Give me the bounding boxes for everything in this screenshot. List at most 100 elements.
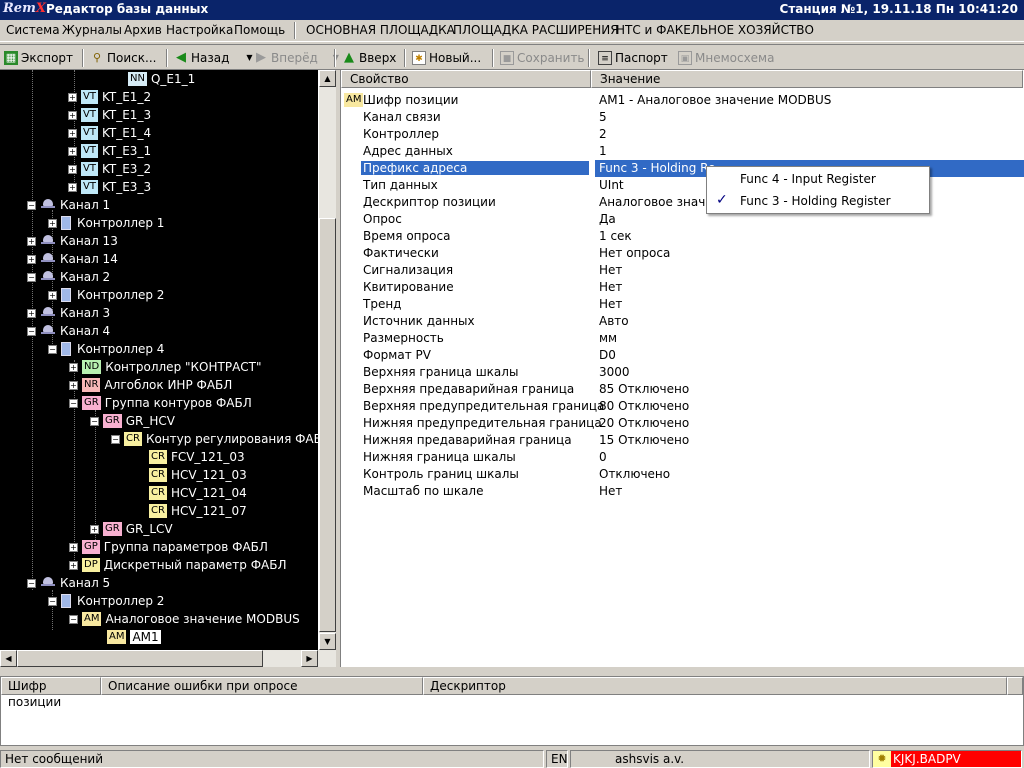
- tree-node[interactable]: CR HCV_121_07: [149, 502, 247, 520]
- property-row[interactable]: Формат PV D0: [341, 347, 1024, 364]
- back-button[interactable]: ◀ Назад ▼: [174, 49, 256, 67]
- tree-node[interactable]: + NR Алгоблок ИНР ФАБЛ: [69, 376, 232, 394]
- tree-node[interactable]: − GR GR_HCV: [90, 412, 175, 430]
- property-value[interactable]: 1 сек: [599, 229, 632, 243]
- expand-icon[interactable]: +: [68, 164, 77, 174]
- tree-node[interactable]: + GR GR_LCV: [90, 520, 173, 538]
- property-row[interactable]: Адрес данных 1: [341, 143, 1024, 160]
- expand-icon[interactable]: +: [27, 254, 36, 264]
- tree-horizontal-scrollbar[interactable]: ◀ ▶: [0, 650, 336, 667]
- scroll-down-icon[interactable]: ▼: [319, 633, 336, 650]
- tree-node[interactable]: CR HCV_121_03: [149, 466, 247, 484]
- expand-icon[interactable]: +: [68, 128, 77, 138]
- tree-node[interactable]: − Контроллер 2: [48, 592, 164, 610]
- tree-node[interactable]: − Канал 1: [27, 196, 110, 214]
- property-value[interactable]: Нет: [599, 297, 622, 311]
- tree-view[interactable]: NN Q_E1_1 + VT KT_E1_2 + VT KT_E1_3 + VT KT_E1_…: [0, 70, 318, 650]
- tree-node[interactable]: + Контроллер 1: [48, 214, 164, 232]
- expand-icon[interactable]: +: [27, 308, 36, 318]
- property-row[interactable]: Сигнализация Нет: [341, 262, 1024, 279]
- tree-node[interactable]: + VT KT_E3_1: [68, 142, 151, 160]
- collapse-icon[interactable]: −: [27, 326, 36, 336]
- expand-icon[interactable]: +: [69, 380, 78, 390]
- search-button[interactable]: ⚲ Поиск...: [90, 49, 156, 67]
- scroll-up-icon[interactable]: ▲: [319, 70, 336, 87]
- expand-icon[interactable]: +: [48, 290, 57, 300]
- tree-node[interactable]: + DP Дискретный параметр ФАБЛ: [69, 556, 287, 574]
- tree-node[interactable]: + Канал 13: [27, 232, 118, 250]
- export-button[interactable]: ▦ Экспорт: [4, 49, 73, 67]
- property-row[interactable]: Нижняя граница шкалы 0: [341, 449, 1024, 466]
- property-value[interactable]: 0: [599, 450, 607, 464]
- collapse-icon[interactable]: −: [48, 344, 57, 354]
- property-value[interactable]: мм: [599, 331, 617, 345]
- expand-icon[interactable]: +: [90, 524, 99, 534]
- property-row[interactable]: Время опроса 1 сек: [341, 228, 1024, 245]
- scroll-thumb[interactable]: [17, 650, 263, 667]
- tree-node[interactable]: + VT KT_E1_2: [68, 88, 151, 106]
- expand-icon[interactable]: +: [27, 236, 36, 246]
- property-value[interactable]: Нет: [599, 484, 622, 498]
- collapse-icon[interactable]: −: [69, 398, 78, 408]
- tree-node[interactable]: − Канал 5: [27, 574, 110, 592]
- property-value[interactable]: UInt: [599, 178, 624, 192]
- tree-vertical-scrollbar[interactable]: ▲ ▼: [318, 70, 336, 650]
- property-value[interactable]: Отключено: [599, 467, 670, 481]
- tree-node[interactable]: + GP Группа параметров ФАБЛ: [69, 538, 268, 556]
- property-value[interactable]: 1: [599, 144, 607, 158]
- collapse-icon[interactable]: −: [90, 416, 99, 426]
- property-row[interactable]: Нижняя предупредительная граница 20 Отклю…: [341, 415, 1024, 432]
- expand-icon[interactable]: +: [69, 362, 78, 372]
- collapse-icon[interactable]: −: [27, 578, 36, 588]
- collapse-icon[interactable]: −: [27, 272, 36, 282]
- tree-node[interactable]: CR FCV_121_03: [149, 448, 245, 466]
- expand-icon[interactable]: +: [68, 92, 77, 102]
- expand-icon[interactable]: +: [68, 146, 77, 156]
- menu-journals[interactable]: Журналы: [62, 23, 122, 37]
- up-button[interactable]: ▲ Вверх: [342, 49, 396, 67]
- poll-errors-list[interactable]: Шифр позиции Описание ошибки при опросе …: [0, 676, 1024, 746]
- property-value[interactable]: 5: [599, 110, 607, 124]
- tree-node[interactable]: − GR Группа контуров ФАБЛ: [69, 394, 252, 412]
- property-row[interactable]: Нижняя предаварийная граница 15 Отключено: [341, 432, 1024, 449]
- property-row[interactable]: Квитирование Нет: [341, 279, 1024, 296]
- collapse-icon[interactable]: −: [111, 434, 120, 444]
- menu-area-expansion[interactable]: ПЛОЩАДКА РАСШИРЕНИЯ: [453, 23, 619, 37]
- collapse-icon[interactable]: −: [27, 200, 36, 210]
- passport-button[interactable]: ≡ Паспорт: [598, 49, 668, 67]
- tree-node[interactable]: + VT KT_E3_2: [68, 160, 151, 178]
- tree-node[interactable]: NN Q_E1_1: [128, 70, 195, 88]
- property-value[interactable]: Нет опроса: [599, 246, 670, 260]
- expand-icon[interactable]: +: [48, 218, 57, 228]
- menu-archive[interactable]: Архив: [124, 23, 162, 37]
- scroll-right-icon[interactable]: ▶: [301, 650, 318, 667]
- property-row[interactable]: Тренд Нет: [341, 296, 1024, 313]
- dropdown-option-selected[interactable]: ✓ Func 3 - Holding Register: [707, 191, 929, 211]
- expand-icon[interactable]: +: [68, 182, 77, 192]
- property-row[interactable]: Контроллер 2: [341, 126, 1024, 143]
- expand-icon[interactable]: +: [68, 110, 77, 120]
- tree-node[interactable]: + ND Контроллер "КОНТРАСТ": [69, 358, 262, 376]
- column-header-description[interactable]: Описание ошибки при опросе: [101, 677, 423, 695]
- expand-icon[interactable]: +: [69, 560, 78, 570]
- tree-node[interactable]: + Контроллер 2: [48, 286, 164, 304]
- new-button[interactable]: ✱ Новый...: [412, 49, 481, 67]
- property-row[interactable]: Верхняя предупредительная граница 80 Откл…: [341, 398, 1024, 415]
- dropdown-option[interactable]: Func 4 - Input Register: [707, 169, 929, 189]
- property-value[interactable]: D0: [599, 348, 616, 362]
- menu-settings[interactable]: Настройка: [166, 23, 233, 37]
- property-row[interactable]: Верхняя предаварийная граница 85 Отключен…: [341, 381, 1024, 398]
- save-button[interactable]: ■ Сохранить: [500, 49, 585, 67]
- tree-node-selected[interactable]: AM AM1: [107, 628, 161, 646]
- menu-area-main[interactable]: ОСНОВНАЯ ПЛОЩАДКА: [306, 23, 455, 37]
- tree-node[interactable]: CR HCV_121_04: [149, 484, 247, 502]
- column-header-descriptor[interactable]: Дескриптор: [423, 677, 1007, 695]
- alarm-indicator[interactable]: ✹ KJKJ.BADPV: [872, 750, 1022, 768]
- property-value[interactable]: 3000: [599, 365, 630, 379]
- property-value[interactable]: 20 Отключено: [599, 416, 689, 430]
- tree-node[interactable]: + Канал 14: [27, 250, 118, 268]
- property-value[interactable]: 2: [599, 127, 607, 141]
- menu-help[interactable]: Помощь: [234, 23, 285, 37]
- property-value[interactable]: Func 3 - Holding Re: [599, 161, 715, 175]
- property-value[interactable]: Нет: [599, 280, 622, 294]
